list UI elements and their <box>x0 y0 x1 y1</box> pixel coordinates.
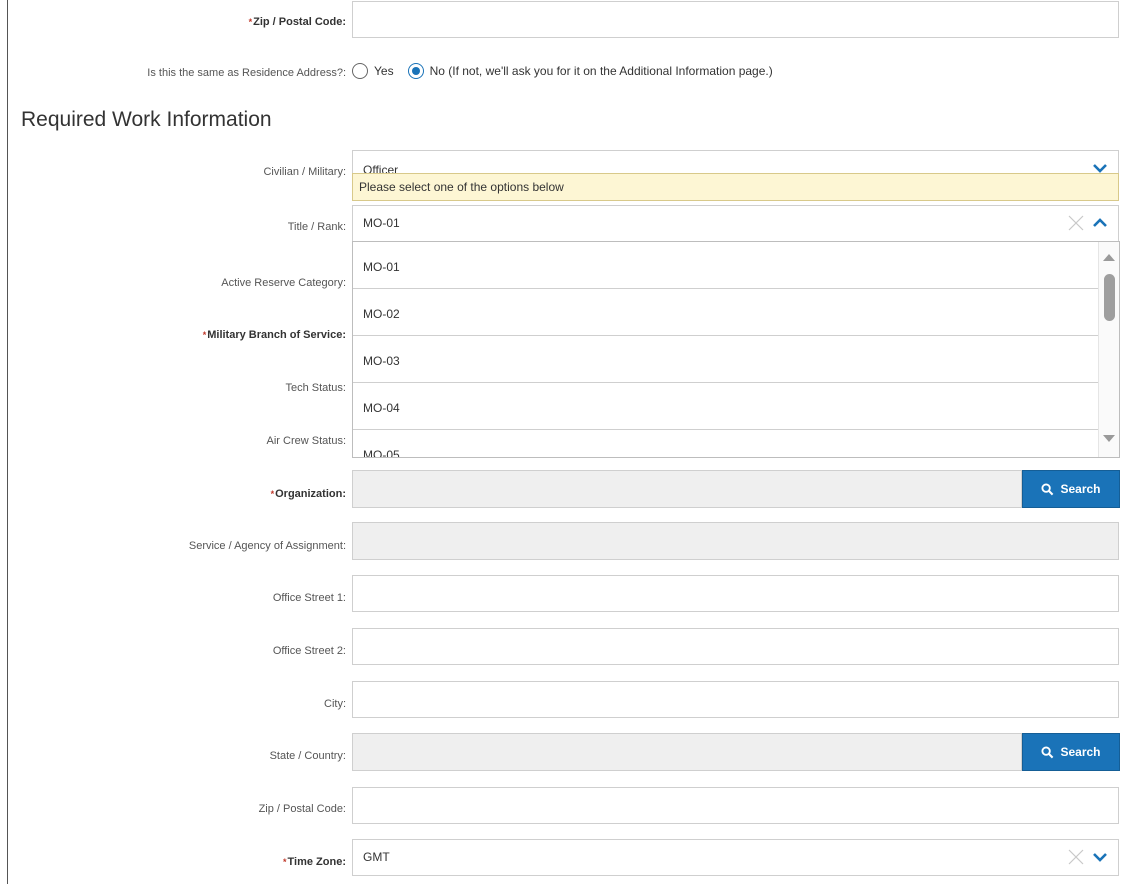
dropdown-option[interactable]: MO-04 <box>353 383 1099 430</box>
organization-label: *Organization: <box>270 488 346 500</box>
radio-yes-label: Yes <box>374 64 394 78</box>
radio-yes[interactable] <box>352 63 368 79</box>
air-crew-label: Air Crew Status: <box>266 435 346 447</box>
time-zone-label: *Time Zone: <box>283 856 346 868</box>
clear-icon[interactable] <box>1068 215 1084 231</box>
same-address-radio-group: Yes No (If not, we'll ask you for it on … <box>352 61 773 81</box>
left-border <box>7 0 8 884</box>
radio-no-label: No (If not, we'll ask you for it on the … <box>429 64 773 78</box>
section-title: Required Work Information <box>21 108 272 131</box>
scroll-thumb[interactable] <box>1104 274 1115 321</box>
residence-zip-label: *Zip / Postal Code: <box>248 16 346 28</box>
validation-tooltip: Please select one of the options below <box>352 173 1119 201</box>
search-icon <box>1041 745 1054 758</box>
dropdown-scrollbar[interactable] <box>1098 242 1119 457</box>
dropdown-option[interactable]: MO-03 <box>353 336 1099 383</box>
service-agency-label: Service / Agency of Assignment: <box>188 540 346 552</box>
organization-search-button[interactable]: Search <box>1022 470 1120 508</box>
chevron-up-icon[interactable] <box>1092 216 1108 230</box>
city-input[interactable] <box>352 681 1119 718</box>
civilian-military-label: Civilian / Military: <box>263 166 346 178</box>
scroll-down-arrow-icon[interactable] <box>1103 435 1115 442</box>
scroll-up-arrow-icon[interactable] <box>1103 254 1115 261</box>
radio-no[interactable] <box>407 63 424 79</box>
branch-label: *Military Branch of Service: <box>202 329 346 341</box>
work-zip-label: Zip / Postal Code: <box>258 803 346 815</box>
title-rank-value: MO-01 <box>363 216 400 230</box>
title-rank-select[interactable]: MO-01 <box>352 205 1119 242</box>
search-label: Search <box>1060 745 1101 759</box>
title-rank-dropdown: MO-01 MO-02 MO-03 MO-04 MO-05 <box>352 241 1120 458</box>
time-zone-value: GMT <box>363 850 390 864</box>
state-country-label: State / Country: <box>269 750 346 762</box>
time-zone-select[interactable]: GMT <box>352 839 1119 876</box>
chevron-down-icon[interactable] <box>1092 850 1108 864</box>
state-country-input[interactable] <box>352 733 1022 771</box>
office-street1-label: Office Street 1: <box>272 592 346 604</box>
title-rank-label: Title / Rank: <box>287 221 346 233</box>
office-street2-label: Office Street 2: <box>272 645 346 657</box>
clear-icon[interactable] <box>1068 849 1084 865</box>
city-label: City: <box>324 698 346 710</box>
organization-input[interactable] <box>352 470 1022 508</box>
same-address-label: Is this the same as Residence Address?: <box>147 67 346 79</box>
office-street1-input[interactable] <box>352 575 1119 612</box>
service-agency-input <box>352 522 1119 560</box>
office-street2-input[interactable] <box>352 628 1119 665</box>
active-reserve-label: Active Reserve Category: <box>221 277 346 289</box>
tech-status-label: Tech Status: <box>285 382 346 394</box>
dropdown-option[interactable]: MO-01 <box>353 242 1099 289</box>
state-country-search-button[interactable]: Search <box>1022 733 1120 771</box>
dropdown-option[interactable]: MO-02 <box>353 289 1099 336</box>
dropdown-option[interactable]: MO-05 <box>353 430 1099 457</box>
search-icon <box>1041 482 1054 495</box>
residence-zip-input[interactable] <box>352 1 1119 38</box>
work-zip-input[interactable] <box>352 787 1119 824</box>
search-label: Search <box>1060 482 1101 496</box>
